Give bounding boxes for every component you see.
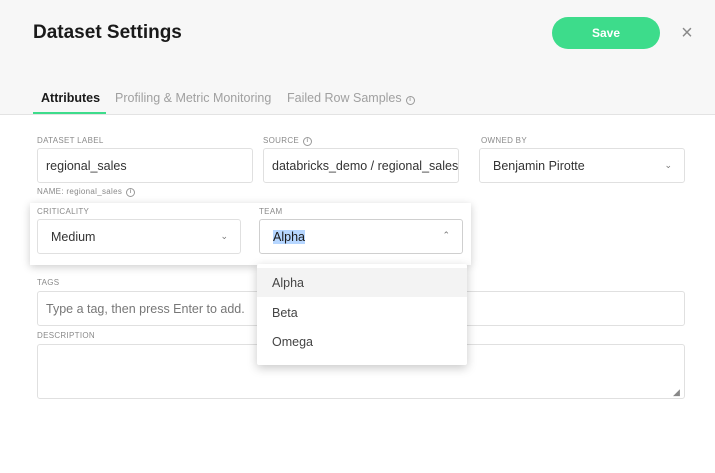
info-icon: i	[405, 96, 415, 105]
tab-label: Failed Row Samples	[287, 91, 402, 105]
tags-label: TAGS	[37, 278, 60, 287]
criticality-label: CRITICALITY	[37, 207, 90, 216]
source-input[interactable]: databricks_demo / regional_sales	[263, 148, 459, 183]
criticality-select[interactable]: Medium ⌄	[37, 219, 241, 254]
team-value: Alpha	[273, 229, 305, 244]
close-icon[interactable]: ×	[679, 23, 695, 43]
name-hint-text: NAME: regional_sales	[37, 187, 123, 196]
page-title: Dataset Settings	[33, 22, 182, 43]
owned-by-value: Benjamin Pirotte	[493, 158, 585, 173]
chevron-down-icon: ⌄	[220, 231, 228, 241]
dataset-label-label: DATASET LABEL	[37, 136, 104, 145]
name-hint: NAME: regional_sales i	[37, 187, 136, 197]
dataset-label-input[interactable]: regional_sales	[37, 148, 253, 183]
source-label: SOURCE i	[263, 136, 313, 146]
team-option-beta[interactable]: Beta	[257, 298, 467, 327]
owned-by-label: OWNED BY	[481, 136, 527, 145]
source-label-text: SOURCE	[263, 136, 300, 145]
resize-handle-icon[interactable]: ◢	[673, 387, 680, 398]
owned-by-select[interactable]: Benjamin Pirotte ⌄	[479, 148, 685, 183]
tags-placeholder: Type a tag, then press Enter to add.	[46, 301, 245, 316]
team-select[interactable]: Alpha ⌃	[259, 219, 463, 254]
tab-attributes[interactable]: Attributes	[41, 91, 100, 105]
chevron-up-icon: ⌃	[442, 230, 450, 240]
criticality-value: Medium	[51, 229, 96, 244]
info-icon: i	[126, 188, 136, 197]
team-option-alpha[interactable]: Alpha	[257, 268, 467, 297]
team-option-omega[interactable]: Omega	[257, 327, 467, 356]
description-label: DESCRIPTION	[37, 331, 95, 340]
save-button[interactable]: Save	[552, 17, 660, 49]
info-icon: i	[303, 137, 313, 146]
team-label: TEAM	[259, 207, 283, 216]
tab-failed-row-samples[interactable]: Failed Row Samples i	[287, 91, 415, 105]
tab-profiling-metric-monitoring[interactable]: Profiling & Metric Monitoring	[115, 91, 271, 105]
active-tab-indicator	[33, 112, 106, 114]
chevron-down-icon: ⌄	[664, 160, 672, 170]
team-dropdown-menu: Alpha Beta Omega	[257, 264, 467, 365]
